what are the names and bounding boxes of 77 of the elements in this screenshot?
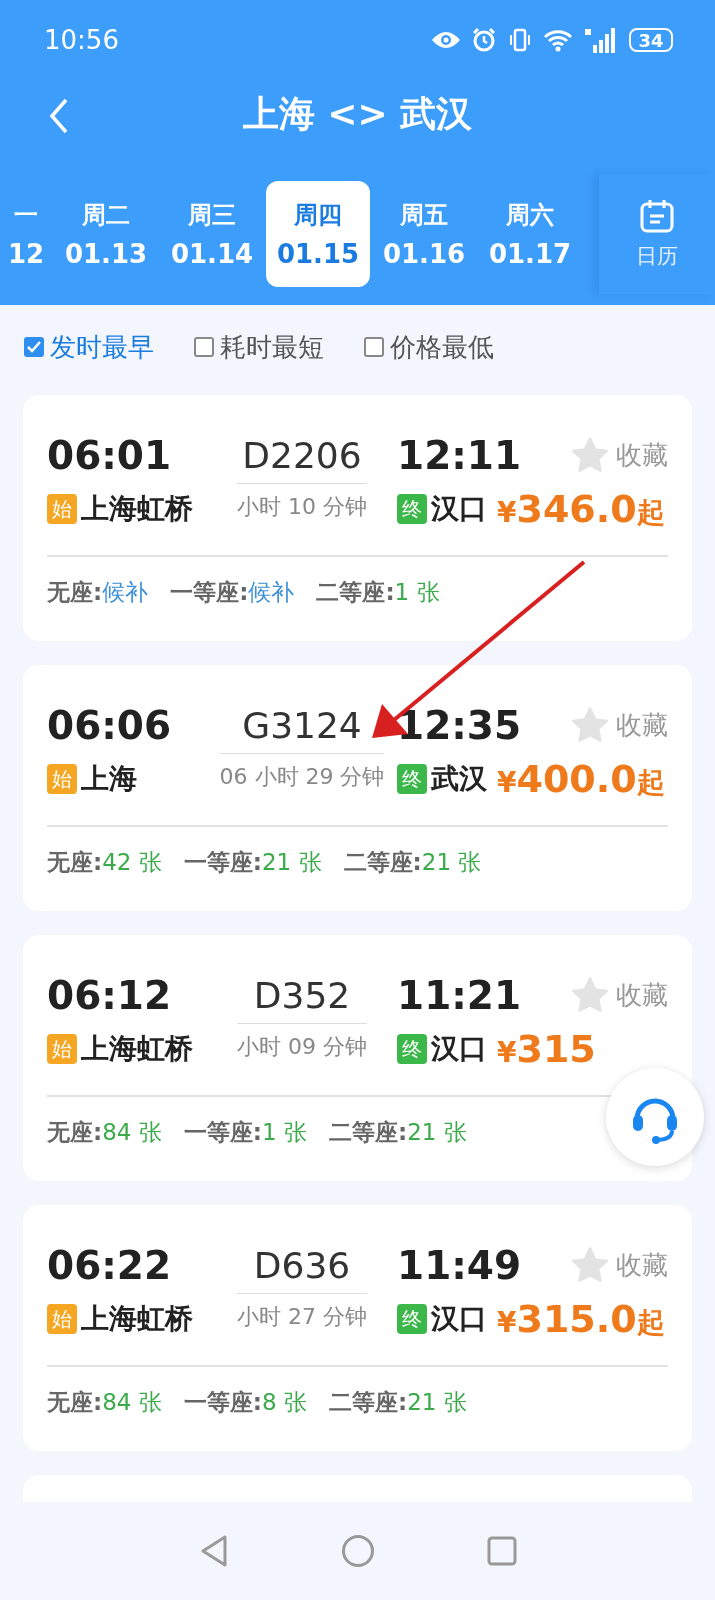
seat-availability: 一等座:21 张 xyxy=(183,847,322,877)
favorite-button[interactable]: 收藏 xyxy=(570,436,668,474)
departure-station: 上海虹桥 xyxy=(81,1031,193,1067)
price-text: ¥315 xyxy=(497,1027,596,1071)
seat-availability: 无座:84 张 xyxy=(47,1387,162,1417)
date-tab[interactable]: 周三 01.14 xyxy=(160,181,264,287)
seat-availability: 二等座:1 张 xyxy=(316,577,440,607)
page-title: 上海 <> 武汉 xyxy=(242,91,473,136)
seat-availability: 一等座:1 张 xyxy=(183,1117,307,1147)
seat-availability: 一等座:8 张 xyxy=(183,1387,307,1417)
start-badge: 始 xyxy=(47,764,77,794)
departure-time: 06:12 xyxy=(47,972,173,1018)
recents-nav-icon[interactable] xyxy=(486,1536,517,1566)
date-tab[interactable]: 周二 01.13 xyxy=(54,181,158,287)
arrival-station: 汉口 xyxy=(431,1301,487,1337)
seat-availability: 二等座:21 张 xyxy=(343,847,482,877)
sort-checkbox[interactable]: 价格最低 xyxy=(364,329,494,365)
date-tab[interactable]: 周六 01.17 xyxy=(478,181,582,287)
calendar-button[interactable]: 日历 xyxy=(599,174,715,294)
vibrate-icon xyxy=(507,27,533,53)
eye-icon xyxy=(431,30,461,50)
end-badge: 终 xyxy=(397,1304,427,1334)
price-text: ¥315.0起 xyxy=(497,1296,665,1342)
favorite-button[interactable]: 收藏 xyxy=(570,976,668,1014)
train-card[interactable]: 06:06 G3124 12:35 收藏 始 上海 06 小时 29 分钟 终 武汉 ¥400.0起 无座:42 张 一等座:21 张 二等座:21 张 xyxy=(23,665,692,911)
arrival-time: 11:49 xyxy=(397,1242,523,1288)
favorite-button[interactable]: 收藏 xyxy=(570,706,668,744)
start-badge: 始 xyxy=(47,494,77,524)
arrival-time: 12:35 xyxy=(397,702,523,748)
departure-station: 上海 xyxy=(81,761,137,797)
wifi-icon xyxy=(543,28,573,52)
arrival-time: 12:11 xyxy=(397,432,523,478)
train-number: G3124 xyxy=(242,704,362,746)
arrival-station: 武汉 xyxy=(431,761,487,797)
departure-station: 上海虹桥 xyxy=(81,491,193,527)
arrival-time: 11:21 xyxy=(397,972,523,1018)
end-badge: 终 xyxy=(397,494,427,524)
arrival-station: 汉口 xyxy=(431,491,487,527)
price-text: ¥400.0起 xyxy=(497,756,665,802)
seat-availability: 一等座:候补 xyxy=(170,577,295,607)
check-icon xyxy=(27,341,41,353)
duration-text: 小时 10 分钟 xyxy=(237,482,367,522)
calendar-icon xyxy=(639,198,675,234)
status-time: 10:56 xyxy=(44,25,119,55)
departure-time: 06:01 xyxy=(47,432,173,478)
sort-checkbox[interactable]: 发时最早 xyxy=(24,329,154,365)
end-badge: 终 xyxy=(397,1034,427,1064)
arrival-station: 汉口 xyxy=(431,1031,487,1067)
start-badge: 始 xyxy=(47,1034,77,1064)
date-tab[interactable]: 周四 01.15 xyxy=(266,181,370,287)
duration-text: 06 小时 29 分钟 xyxy=(219,752,385,792)
train-number: D352 xyxy=(253,974,351,1016)
sort-checkbox[interactable]: 耗时最短 xyxy=(194,329,324,365)
seat-availability: 二等座:21 张 xyxy=(328,1387,467,1417)
home-nav-icon[interactable] xyxy=(340,1534,375,1568)
start-badge: 始 xyxy=(47,1304,77,1334)
date-tab[interactable]: 周五 01.16 xyxy=(372,181,476,287)
train-card[interactable]: 06:22 D636 11:49 收藏 始 上海虹桥 小时 27 分钟 终 汉口 ¥315.0起 无座:84 张 一等座:8 张 二等座:21 张 xyxy=(23,1205,692,1451)
battery-icon: 34 xyxy=(629,28,673,52)
date-tab[interactable]: 一 12 xyxy=(0,181,52,287)
duration-text: 小时 09 分钟 xyxy=(237,1022,367,1062)
seat-availability: 无座:84 张 xyxy=(47,1117,162,1147)
train-card[interactable]: 06:01 D2206 12:11 收藏 始 上海虹桥 小时 10 分钟 终 汉口 ¥346.0起 无座:候补 一等座:候补 二等座:1 张 xyxy=(23,395,692,641)
departure-time: 06:06 xyxy=(47,702,173,748)
departure-station: 上海虹桥 xyxy=(81,1301,193,1337)
seat-availability: 无座:42 张 xyxy=(47,847,162,877)
duration-text: 小时 27 分钟 xyxy=(237,1292,367,1332)
price-text: ¥346.0起 xyxy=(497,486,665,532)
seat-availability: 无座:候补 xyxy=(47,577,149,607)
train-number: D2206 xyxy=(242,434,362,476)
departure-time: 06:22 xyxy=(47,1242,173,1288)
train-number: D636 xyxy=(253,1244,351,1286)
favorite-button[interactable]: 收藏 xyxy=(570,1246,668,1284)
end-badge: 终 xyxy=(397,764,427,794)
train-card[interactable]: 06:12 D352 11:21 收藏 始 上海虹桥 小时 09 分钟 终 汉口 ¥315 无座:84 张 一等座:1 张 二等座:21 张 xyxy=(23,935,692,1181)
seat-availability: 二等座:21 张 xyxy=(328,1117,467,1147)
alarm-icon xyxy=(471,27,497,53)
